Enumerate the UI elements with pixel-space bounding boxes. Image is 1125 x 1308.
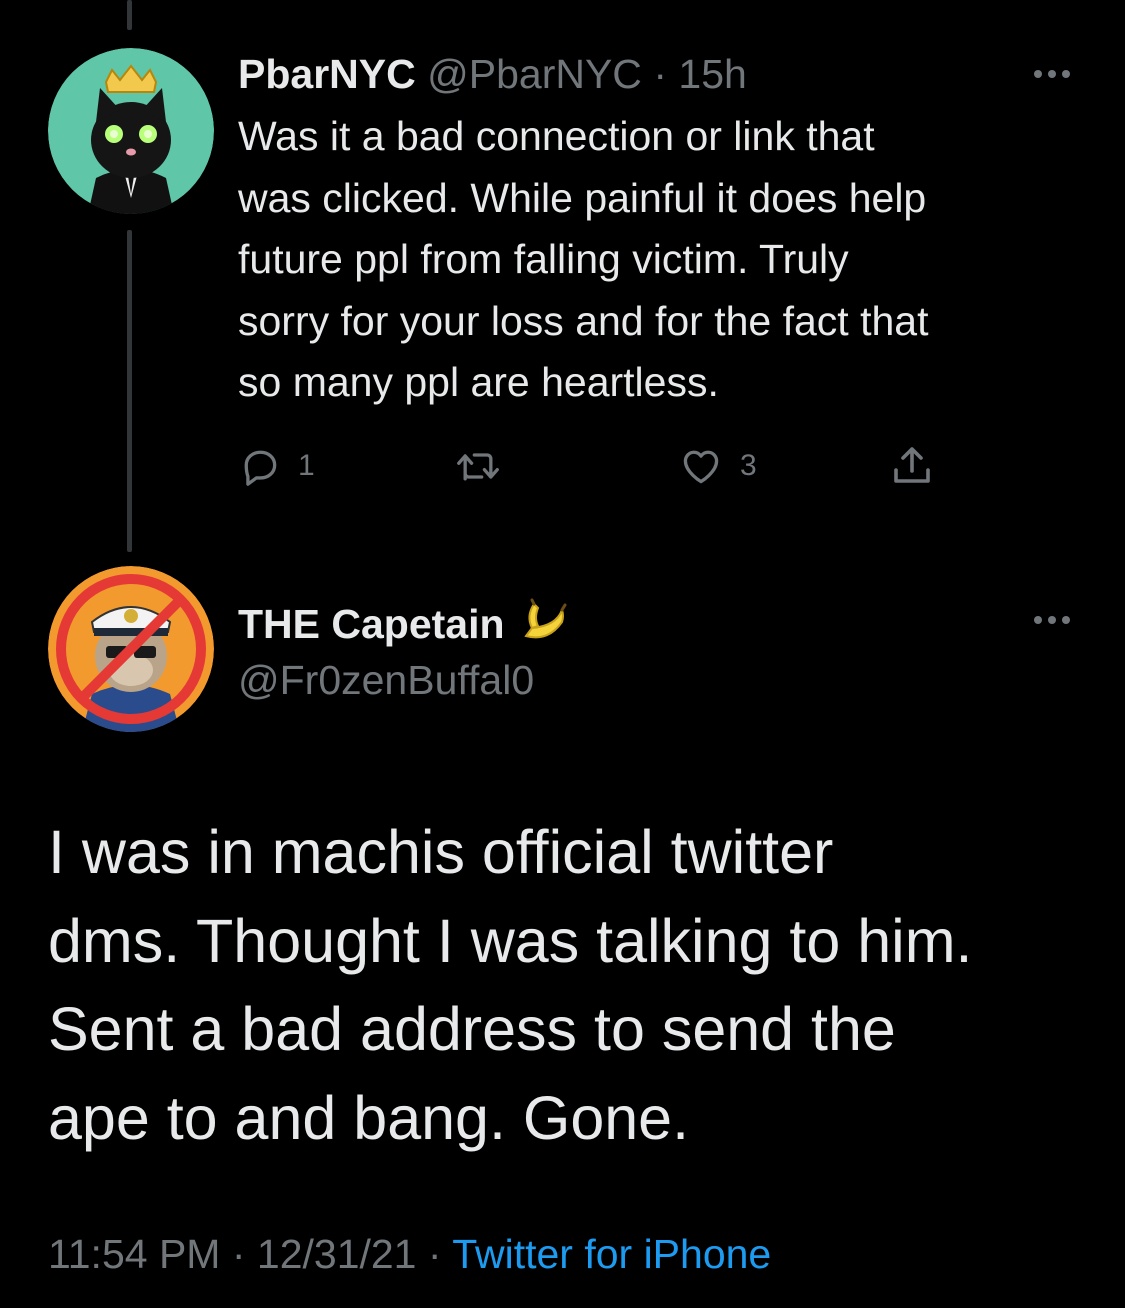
like-count: 3 [740,449,757,482]
main-handle[interactable]: @Fr0zenBuffal0 [238,657,534,703]
reply-button[interactable]: 1 [238,442,315,490]
reply-handle[interactable]: @PbarNYC [427,51,642,97]
main-tweet-text: I was in machis official twitter dms. Th… [48,818,973,1152]
meta-separator: · [220,1231,257,1277]
reply-display-name[interactable]: PbarNYC [238,51,416,97]
share-button[interactable] [888,442,936,490]
thread-line-bottom [127,230,132,552]
main-tweet-meta: 11:54 PM · 12/31/21 · Twitter for iPhone [48,1226,771,1282]
like-button[interactable]: 3 [678,442,757,490]
main-name-row: THE Capetain [238,596,570,648]
tweet-date[interactable]: 12/31/21 [257,1231,417,1277]
reply-count: 1 [298,449,315,482]
capetain-avatar[interactable] [48,566,214,732]
main-display-name[interactable]: THE Capetain [238,601,505,647]
tweet-time[interactable]: 11:54 PM [48,1231,220,1277]
retweet-icon [457,453,499,481]
more-icon[interactable] [1030,66,1074,82]
meta-separator: · [416,1231,453,1277]
like-icon [683,450,719,484]
reply-icon [244,450,277,486]
black-cat-with-crown-icon [48,48,214,214]
share-icon [894,447,930,483]
tweet-source-link[interactable]: Twitter for iPhone [452,1231,771,1277]
main-handle-row: @Fr0zenBuffal0 [238,656,534,704]
thread-line-top [127,0,132,30]
reply-time[interactable]: 15h [678,51,746,97]
ape-captain-crossed-icon [48,566,214,732]
pbarnyc-avatar[interactable] [48,48,214,214]
banana-icon [524,598,567,639]
retweet-button[interactable] [454,442,518,490]
main-more-icon[interactable] [1030,612,1074,628]
reply-name-row: PbarNYC @PbarNYC · 15h [238,50,747,98]
reply-tweet-text: Was it a bad connection or link that was… [238,113,929,405]
reply-action-bar: 1 3 [238,442,958,490]
reply-separator: · [653,51,667,97]
